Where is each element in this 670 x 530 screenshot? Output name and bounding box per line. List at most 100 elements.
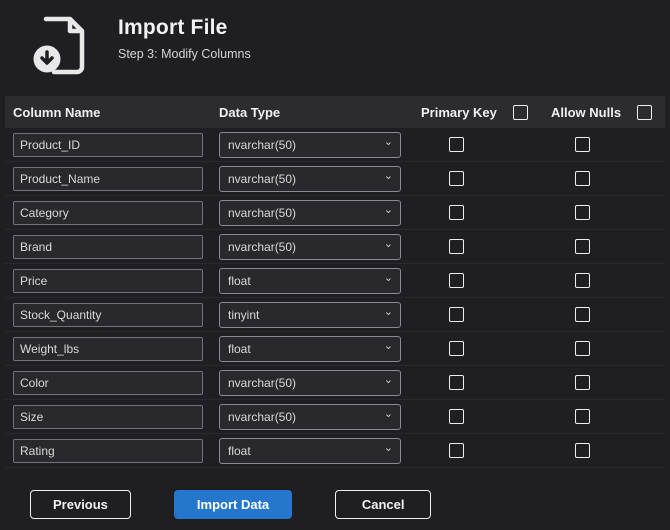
header-text: Import File Step 3: Modify Columns (118, 14, 251, 61)
allow-nulls-checkbox[interactable] (574, 239, 590, 254)
primary-key-cell (413, 205, 543, 220)
columns-table: Column Name Data Type Primary Key Allow … (5, 96, 665, 468)
data-type-cell: float ⌄ (211, 335, 413, 362)
allow-nulls-checkbox[interactable] (574, 171, 590, 186)
column-name-input[interactable] (13, 438, 203, 463)
primary-key-checkbox[interactable] (448, 171, 464, 186)
data-type-select[interactable]: nvarchar(50) (219, 233, 401, 260)
table-row: float ⌄ (5, 332, 665, 366)
allow-nulls-checkbox[interactable] (574, 205, 590, 220)
data-type-select-wrap: nvarchar(50) ⌄ (219, 369, 401, 396)
primary-key-cell (413, 375, 543, 390)
header-allow-nulls: Allow Nulls (543, 104, 665, 120)
primary-key-cell (413, 409, 543, 424)
header-column-name: Column Name (13, 104, 101, 120)
column-name-cell (5, 438, 211, 463)
allow-nulls-cell (543, 273, 665, 288)
table-row: nvarchar(50) ⌄ (5, 366, 665, 400)
previous-button[interactable]: Previous (30, 490, 131, 519)
allow-nulls-cell (543, 341, 665, 356)
primary-key-checkbox[interactable] (448, 443, 464, 458)
primary-key-checkbox[interactable] (448, 341, 464, 356)
column-name-input[interactable] (13, 302, 203, 327)
table-row: nvarchar(50) ⌄ (5, 162, 665, 196)
primary-key-checkbox[interactable] (448, 137, 464, 152)
allow-nulls-checkbox[interactable] (574, 443, 590, 458)
data-type-select[interactable]: nvarchar(50) (219, 165, 401, 192)
column-name-input[interactable] (13, 336, 203, 361)
primary-key-checkbox[interactable] (448, 239, 464, 254)
data-type-select[interactable]: float (219, 335, 401, 362)
table-row: nvarchar(50) ⌄ (5, 400, 665, 434)
column-name-input[interactable] (13, 132, 203, 157)
primary-key-checkbox[interactable] (448, 273, 464, 288)
allow-nulls-cell (543, 409, 665, 424)
data-type-select-wrap: nvarchar(50) ⌄ (219, 233, 401, 260)
allow-nulls-checkbox[interactable] (574, 137, 590, 152)
allow-nulls-checkbox[interactable] (574, 341, 590, 356)
column-name-input[interactable] (13, 200, 203, 225)
table-row: float ⌄ (5, 434, 665, 468)
allow-nulls-checkbox[interactable] (574, 273, 590, 288)
table-body: nvarchar(50) ⌄ nvarchar(50) ⌄ (5, 128, 665, 468)
column-name-cell (5, 302, 211, 327)
data-type-select-wrap: float ⌄ (219, 437, 401, 464)
column-name-input[interactable] (13, 404, 203, 429)
allow-nulls-header-checkbox[interactable] (637, 104, 653, 120)
allow-nulls-cell (543, 307, 665, 322)
table-row: tinyint ⌄ (5, 298, 665, 332)
column-name-input[interactable] (13, 166, 203, 191)
primary-key-checkbox[interactable] (448, 375, 464, 390)
column-name-cell (5, 132, 211, 157)
allow-nulls-checkbox[interactable] (574, 307, 590, 322)
column-name-cell (5, 404, 211, 429)
column-name-cell (5, 200, 211, 225)
column-name-input[interactable] (13, 234, 203, 259)
table-row: float ⌄ (5, 264, 665, 298)
data-type-cell: nvarchar(50) ⌄ (211, 369, 413, 396)
data-type-select-wrap: nvarchar(50) ⌄ (219, 403, 401, 430)
data-type-cell: nvarchar(50) ⌄ (211, 131, 413, 158)
data-type-select[interactable]: tinyint (219, 301, 401, 328)
page-subtitle: Step 3: Modify Columns (118, 47, 251, 61)
header-data-type: Data Type (219, 104, 281, 120)
column-name-cell (5, 234, 211, 259)
primary-key-header-checkbox[interactable] (512, 104, 528, 120)
primary-key-cell (413, 443, 543, 458)
dialog-header: Import File Step 3: Modify Columns (0, 0, 670, 96)
primary-key-cell (413, 171, 543, 186)
data-type-select[interactable]: float (219, 267, 401, 294)
allow-nulls-cell (543, 375, 665, 390)
data-type-select[interactable]: float (219, 437, 401, 464)
primary-key-checkbox[interactable] (448, 307, 464, 322)
allow-nulls-cell (543, 137, 665, 152)
primary-key-checkbox[interactable] (448, 205, 464, 220)
primary-key-checkbox[interactable] (448, 409, 464, 424)
column-name-cell (5, 336, 211, 361)
primary-key-cell (413, 307, 543, 322)
column-name-cell (5, 166, 211, 191)
allow-nulls-checkbox[interactable] (574, 375, 590, 390)
allow-nulls-cell (543, 171, 665, 186)
data-type-select-wrap: nvarchar(50) ⌄ (219, 199, 401, 226)
data-type-cell: float ⌄ (211, 267, 413, 294)
allow-nulls-checkbox[interactable] (574, 409, 590, 424)
data-type-select[interactable]: nvarchar(50) (219, 403, 401, 430)
data-type-select[interactable]: nvarchar(50) (219, 199, 401, 226)
data-type-cell: nvarchar(50) ⌄ (211, 233, 413, 260)
column-name-cell (5, 268, 211, 293)
data-type-select-wrap: nvarchar(50) ⌄ (219, 131, 401, 158)
column-name-input[interactable] (13, 268, 203, 293)
data-type-select-wrap: tinyint ⌄ (219, 301, 401, 328)
cancel-button[interactable]: Cancel (335, 490, 432, 519)
data-type-select-wrap: nvarchar(50) ⌄ (219, 165, 401, 192)
data-type-select[interactable]: nvarchar(50) (219, 131, 401, 158)
allow-nulls-cell (543, 239, 665, 254)
primary-key-cell (413, 239, 543, 254)
column-name-input[interactable] (13, 370, 203, 395)
import-data-button[interactable]: Import Data (173, 490, 293, 519)
primary-key-cell (413, 341, 543, 356)
header-primary-key-label: Primary Key (421, 104, 497, 120)
footer-buttons: Previous Import Data Cancel (0, 490, 670, 519)
data-type-select[interactable]: nvarchar(50) (219, 369, 401, 396)
